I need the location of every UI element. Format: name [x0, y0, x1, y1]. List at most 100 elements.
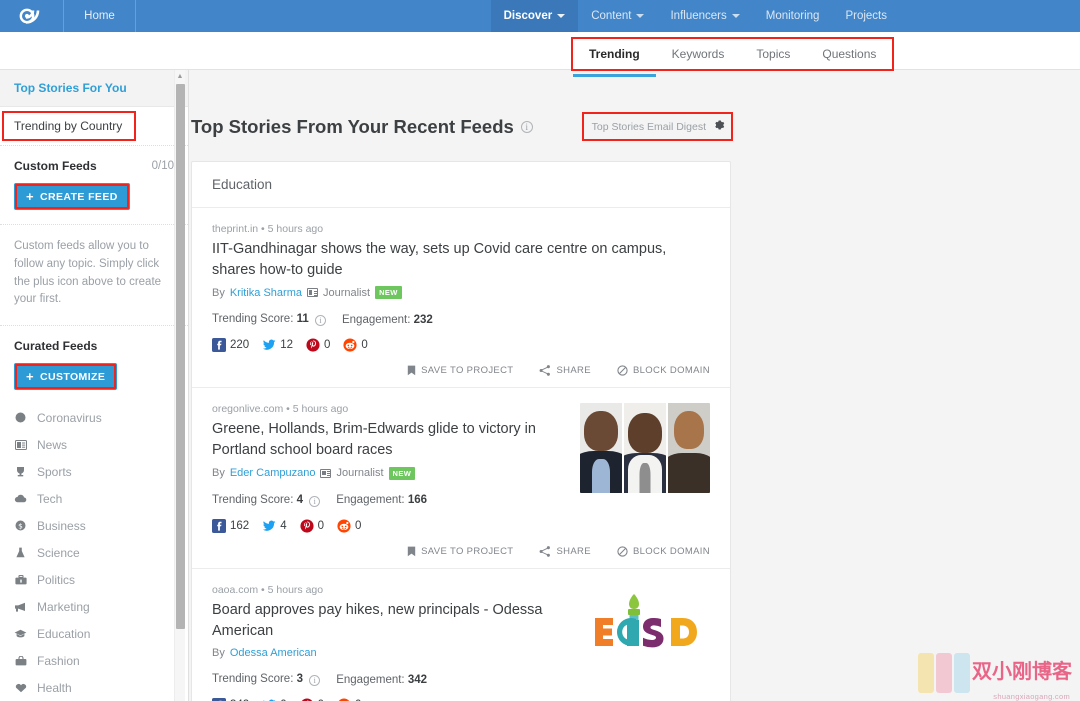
new-badge: NEW — [388, 466, 416, 480]
article-text: oregonlive.com • 5 hours ago Greene, Hol… — [212, 403, 564, 533]
article-source: oaoa.com • 5 hours ago — [212, 584, 564, 596]
sidebar-item-marketing-label: Marketing — [37, 599, 90, 614]
megaphone-icon — [14, 602, 27, 612]
article-row: oaoa.com • 5 hours ago Board approves pa… — [192, 569, 730, 701]
nav-item-content[interactable]: Content — [578, 0, 657, 32]
sidebar-item-top-stories-for-you[interactable]: Top Stories For You — [0, 70, 188, 107]
handbag-icon — [14, 655, 27, 666]
sidebar-item-sports[interactable]: Sports — [0, 458, 188, 485]
article-thumbnail[interactable] — [580, 583, 710, 674]
article-thumbnail[interactable] — [580, 403, 710, 494]
byline-prefix: By — [212, 286, 225, 299]
sidebar-item-trending-by-country[interactable]: Trending by Country — [1, 111, 137, 141]
nav-item-influencers[interactable]: Influencers — [657, 0, 752, 32]
article-author-link[interactable]: Eder Campuzano — [230, 467, 316, 479]
trending-score-label: Trending Score: — [212, 673, 294, 686]
byline-prefix: By — [212, 647, 225, 660]
nav-home[interactable]: Home — [64, 0, 136, 32]
tab-keywords[interactable]: Keywords — [656, 39, 741, 69]
graduation-cap-icon — [14, 629, 27, 638]
curated-feeds-header: Curated Feeds — [0, 326, 188, 361]
tab-topics[interactable]: Topics — [740, 39, 806, 69]
new-badge: NEW — [375, 286, 402, 300]
nav-item-influencers-label: Influencers — [670, 10, 727, 22]
nav-item-discover[interactable]: Discover — [490, 0, 579, 32]
create-feed-wrap: + CREATE FEED — [0, 181, 188, 224]
article-row: oregonlive.com • 5 hours ago Greene, Hol… — [192, 388, 730, 569]
sidebar-item-politics[interactable]: Politics — [0, 566, 188, 593]
info-icon[interactable]: i — [520, 120, 533, 133]
top-stories-email-digest-button[interactable]: Top Stories Email Digest — [581, 112, 734, 141]
article-row: theprint.in • 5 hours ago IIT-Gandhinaga… — [192, 208, 730, 389]
engagement-label: Engagement: — [336, 494, 405, 507]
virus-icon — [14, 412, 27, 423]
bookmark-icon — [407, 366, 416, 376]
sidebar-item-health[interactable]: Health — [0, 674, 188, 701]
article-source: theprint.in • 5 hours ago — [212, 223, 710, 235]
sub-tabs-bar: Trending Keywords Topics Questions — [0, 32, 1080, 77]
article-source-domain: theprint.in — [212, 223, 259, 235]
info-icon[interactable]: i — [314, 315, 326, 327]
sidebar-item-tech[interactable]: Tech — [0, 485, 188, 512]
briefcase-icon — [14, 574, 27, 585]
info-icon[interactable]: i — [309, 675, 321, 687]
article-actions: SAVE TO PROJECT SHARE BLOCK DOMAIN — [212, 352, 710, 387]
block-domain-button[interactable]: BLOCK DOMAIN — [617, 365, 710, 376]
article-author-link[interactable]: Odessa American — [230, 647, 317, 659]
flask-icon — [14, 547, 27, 558]
pinterest-count: 0 — [317, 519, 324, 532]
sidebar-item-news-label: News — [37, 437, 68, 452]
headshot-photo — [624, 403, 666, 494]
sidebar-item-education[interactable]: Education — [0, 620, 188, 647]
chevron-down-icon — [636, 14, 645, 18]
app-logo[interactable] — [0, 0, 64, 32]
save-to-project-button[interactable]: SAVE TO PROJECT — [407, 546, 513, 557]
facebook-count: 220 — [230, 339, 250, 352]
byline-prefix: By — [212, 467, 225, 480]
share-button[interactable]: SHARE — [539, 365, 591, 376]
scroll-up-arrow-icon[interactable]: ▲ — [175, 70, 185, 83]
newspaper-icon — [14, 439, 27, 450]
sidebar-item-news[interactable]: News — [0, 431, 188, 458]
article-time: 5 hours ago — [267, 223, 324, 235]
customize-button[interactable]: + CUSTOMIZE — [14, 363, 118, 391]
article-source-separator: • — [261, 583, 268, 596]
sidebar-item-marketing[interactable]: Marketing — [0, 593, 188, 620]
trending-score-metric: Trending Score: 3 i — [212, 673, 321, 687]
sidebar-item-fashion[interactable]: Fashion — [0, 647, 188, 674]
dollar-coin-icon: $ — [14, 520, 27, 531]
nav-item-projects[interactable]: Projects — [832, 0, 900, 32]
article-author-link[interactable]: Kritika Sharma — [230, 287, 302, 299]
info-icon[interactable]: i — [309, 495, 321, 507]
sidebar-item-coronavirus[interactable]: Coronavirus — [0, 404, 188, 431]
article-actions: SAVE TO PROJECT SHARE BLOCK DOMAIN — [212, 533, 710, 568]
main-inner: Top Stories From Your Recent Feeds i Top… — [191, 70, 734, 701]
article-title[interactable]: IIT-Gandhinagar shows the way, sets up C… — [212, 239, 710, 280]
save-to-project-button[interactable]: SAVE TO PROJECT — [407, 365, 513, 376]
article-title[interactable]: Greene, Hollands, Brim-Edwards glide to … — [212, 419, 564, 460]
sidebar-item-science[interactable]: Science — [0, 539, 188, 566]
cloud-icon — [14, 494, 27, 503]
article-byline: By Eder Campuzano Journalist NEW — [212, 466, 564, 480]
sidebar-scrollbar[interactable]: ▲ — [174, 70, 185, 701]
top-navigation-bar: Home Discover Content Influencers Monito… — [0, 0, 1080, 32]
create-feed-button[interactable]: + CREATE FEED — [14, 183, 130, 210]
tab-questions[interactable]: Questions — [806, 39, 892, 69]
article-source-domain: oaoa.com — [212, 583, 259, 596]
reddit-count: 0 — [355, 519, 362, 532]
tab-trending[interactable]: Trending — [573, 39, 656, 77]
twitter-count: 12 — [280, 339, 293, 352]
facebook-icon — [212, 518, 226, 533]
share-button[interactable]: SHARE — [539, 546, 591, 557]
nav-item-monitoring[interactable]: Monitoring — [753, 0, 833, 32]
article-body: oaoa.com • 5 hours ago Board approves pa… — [212, 583, 710, 701]
reddit-share-count: 0 — [337, 519, 361, 533]
article-title[interactable]: Board approves pay hikes, new principals… — [212, 600, 564, 641]
facebook-share-count: 220 — [212, 338, 250, 353]
sidebar-scrollbar-thumb[interactable] — [176, 84, 185, 629]
watermark: 双小刚博客 shuangxiaogang.com — [918, 651, 1078, 701]
block-domain-button[interactable]: BLOCK DOMAIN — [617, 546, 710, 557]
sidebar-item-business[interactable]: $ Business — [0, 512, 188, 539]
article-text: theprint.in • 5 hours ago IIT-Gandhinaga… — [212, 223, 710, 353]
sidebar-item-tech-label: Tech — [37, 491, 63, 506]
